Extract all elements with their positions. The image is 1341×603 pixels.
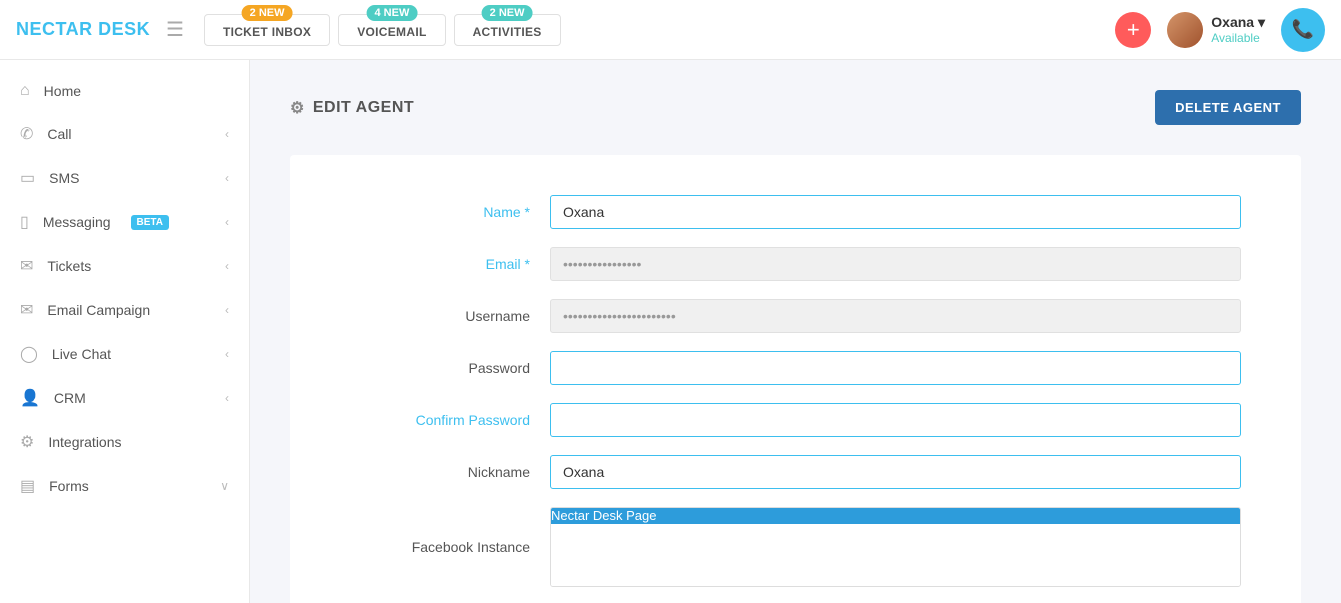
- confirm-password-label: Confirm Password: [350, 412, 550, 428]
- brand-logo: NECTAR DESK: [16, 19, 166, 40]
- sidebar-item-sms[interactable]: ▭ SMS ‹: [0, 156, 249, 200]
- sidebar-item-integrations[interactable]: ⚙ Integrations: [0, 420, 249, 464]
- topnav: NECTAR DESK ☰ 2 NEW TICKET INBOX 4 NEW V…: [0, 0, 1341, 60]
- username-label: Username: [350, 308, 550, 324]
- username-row: Username: [350, 299, 1241, 333]
- beta-badge: BETA: [131, 215, 169, 230]
- add-button[interactable]: +: [1115, 12, 1151, 48]
- chevron-icon: ‹: [225, 347, 229, 361]
- page-header: ⚙ EDIT AGENT DELETE AGENT: [290, 90, 1301, 125]
- activities-count: 2 NEW: [482, 5, 533, 21]
- sidebar-label-sms: SMS: [49, 170, 79, 186]
- main-content: ⚙ EDIT AGENT DELETE AGENT Name * Email *…: [250, 60, 1341, 603]
- sidebar-item-forms[interactable]: ▤ Forms ∨: [0, 464, 249, 508]
- voicemail-btn[interactable]: 4 NEW VOICEMAIL: [338, 14, 445, 46]
- username-field[interactable]: [550, 299, 1241, 333]
- activities-label: ACTIVITIES: [473, 25, 542, 39]
- name-row: Name *: [350, 195, 1241, 229]
- facebook-instance-listbox[interactable]: Nectar Desk Page: [551, 508, 1240, 586]
- facebook-instance-label: Facebook Instance: [350, 539, 550, 555]
- live-chat-icon: ◯: [20, 344, 38, 364]
- avatar: [1167, 12, 1203, 48]
- email-row: Email *: [350, 247, 1241, 281]
- confirm-password-row: Confirm Password: [350, 403, 1241, 437]
- user-info[interactable]: Oxana ▾ Available: [1167, 12, 1265, 48]
- nickname-label: Nickname: [350, 464, 550, 480]
- sidebar-label-integrations: Integrations: [48, 434, 121, 450]
- chevron-icon: ‹: [225, 259, 229, 273]
- user-name: Oxana ▾: [1211, 14, 1265, 31]
- sidebar-item-live-chat[interactable]: ◯ Live Chat ‹: [0, 332, 249, 376]
- delete-agent-button[interactable]: DELETE AGENT: [1155, 90, 1301, 125]
- facebook-instance-select[interactable]: Nectar Desk Page: [550, 507, 1241, 587]
- sidebar-item-messaging[interactable]: ▯ Messaging BETA ‹: [0, 200, 249, 244]
- nav-right: + Oxana ▾ Available 📞: [1115, 8, 1325, 52]
- sms-icon: ▭: [20, 168, 35, 188]
- ticket-inbox-count: 2 NEW: [242, 5, 293, 21]
- sidebar-item-crm[interactable]: 👤 CRM ‹: [0, 376, 249, 420]
- sidebar-item-email-campaign[interactable]: ✉ Email Campaign ‹: [0, 288, 249, 332]
- sidebar-label-tickets: Tickets: [47, 258, 91, 274]
- ticket-inbox-btn[interactable]: 2 NEW TICKET INBOX: [204, 14, 330, 46]
- nickname-row: Nickname: [350, 455, 1241, 489]
- sidebar-label-call: Call: [47, 126, 71, 142]
- nickname-field[interactable]: [550, 455, 1241, 489]
- voicemail-label: VOICEMAIL: [357, 25, 426, 39]
- nav-badges: 2 NEW TICKET INBOX 4 NEW VOICEMAIL 2 NEW…: [204, 14, 1115, 46]
- sidebar: ⌂ Home ✆ Call ‹ ▭ SMS ‹ ▯ Messaging BETA: [0, 60, 250, 603]
- call-button[interactable]: 📞: [1281, 8, 1325, 52]
- integrations-icon: ⚙: [20, 432, 34, 452]
- ticket-inbox-label: TICKET INBOX: [223, 25, 311, 39]
- chevron-icon: ‹: [225, 171, 229, 185]
- sidebar-label-forms: Forms: [49, 478, 89, 494]
- password-field[interactable]: [550, 351, 1241, 385]
- chevron-icon: ‹: [225, 391, 229, 405]
- chevron-icon: ∨: [220, 479, 229, 493]
- crm-icon: 👤: [20, 388, 40, 408]
- forms-icon: ▤: [20, 476, 35, 496]
- gear-icon: ⚙: [290, 98, 305, 118]
- activities-btn[interactable]: 2 NEW ACTIVITIES: [454, 14, 561, 46]
- email-field[interactable]: [550, 247, 1241, 281]
- user-status: Available: [1211, 31, 1265, 45]
- facebook-option-nectar-desk-page: Nectar Desk Page: [551, 508, 1240, 524]
- sidebar-item-call[interactable]: ✆ Call ‹: [0, 112, 249, 156]
- name-field[interactable]: [550, 195, 1241, 229]
- home-icon: ⌂: [20, 82, 30, 100]
- confirm-password-field[interactable]: [550, 403, 1241, 437]
- password-row: Password: [350, 351, 1241, 385]
- sidebar-label-email-campaign: Email Campaign: [47, 302, 150, 318]
- chevron-icon: ‹: [225, 215, 229, 229]
- sidebar-label-live-chat: Live Chat: [52, 346, 111, 362]
- sidebar-label-home: Home: [44, 83, 81, 99]
- facebook-instance-row: Facebook Instance Nectar Desk Page: [350, 507, 1241, 587]
- sidebar-label-crm: CRM: [54, 390, 86, 406]
- email-label: Email *: [350, 256, 550, 272]
- messaging-icon: ▯: [20, 212, 29, 232]
- hamburger-icon[interactable]: ☰: [166, 17, 184, 42]
- form-container: Name * Email * Username Password Confirm…: [290, 155, 1301, 603]
- voicemail-count: 4 NEW: [366, 5, 417, 21]
- tickets-icon: ✉: [20, 256, 33, 276]
- email-campaign-icon: ✉: [20, 300, 33, 320]
- name-label: Name *: [350, 204, 550, 220]
- sidebar-label-messaging: Messaging: [43, 214, 111, 230]
- sidebar-item-home[interactable]: ⌂ Home: [0, 70, 249, 112]
- password-label: Password: [350, 360, 550, 376]
- sidebar-item-tickets[interactable]: ✉ Tickets ‹: [0, 244, 249, 288]
- page-title: ⚙ EDIT AGENT: [290, 98, 414, 118]
- chevron-icon: ‹: [225, 127, 229, 141]
- layout: ⌂ Home ✆ Call ‹ ▭ SMS ‹ ▯ Messaging BETA: [0, 60, 1341, 603]
- call-icon: ✆: [20, 124, 33, 144]
- chevron-icon: ‹: [225, 303, 229, 317]
